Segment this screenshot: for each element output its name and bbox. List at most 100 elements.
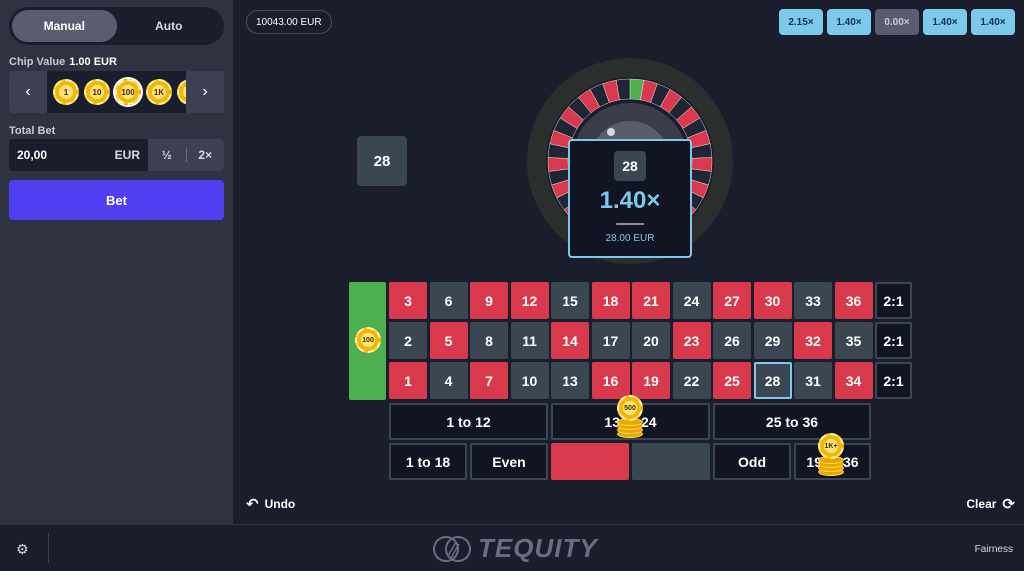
- undo-label: Undo: [264, 497, 296, 511]
- chip-on-zero: 100: [355, 327, 381, 353]
- divider: [48, 533, 49, 563]
- balance-badge: 10043.00 EUR: [246, 10, 332, 34]
- number-cell-8[interactable]: 8: [470, 322, 508, 359]
- total-bet-currency: EUR: [114, 148, 140, 162]
- number-cell-33[interactable]: 33: [794, 282, 832, 319]
- low-cell[interactable]: 1 to 18: [389, 443, 467, 480]
- gear-icon[interactable]: ⚙: [16, 541, 29, 558]
- total-bet-label: Total Bet: [9, 125, 56, 137]
- number-cell-24[interactable]: 24: [672, 282, 711, 319]
- number-cell-6[interactable]: 6: [429, 282, 468, 319]
- brand-logo: TEQUITY: [432, 533, 598, 564]
- number-cell-3[interactable]: 3: [389, 282, 427, 319]
- number-cell-32[interactable]: 32: [794, 322, 832, 359]
- sidebar: Manual Auto Chip Value 1.00 EUR ‹ 1 10 10…: [0, 0, 233, 524]
- result-win: 28.00 EUR: [605, 233, 655, 244]
- brand-logo-icon: [433, 535, 471, 562]
- clear-button[interactable]: Clear ⟳: [966, 495, 1015, 513]
- bet-button[interactable]: Bet: [9, 180, 224, 220]
- chevron-left-icon[interactable]: ‹: [9, 71, 47, 113]
- number-cell-17[interactable]: 17: [591, 322, 630, 359]
- chip-next[interactable]: [177, 79, 186, 105]
- number-cell-28[interactable]: 28: [753, 362, 792, 399]
- number-cell-19[interactable]: 19: [632, 362, 670, 399]
- total-bet-value: 20,00: [17, 148, 48, 162]
- number-cell-10[interactable]: 10: [510, 362, 549, 399]
- number-cell-2[interactable]: 2: [389, 322, 427, 359]
- total-bet-input[interactable]: 20,00 EUR: [9, 139, 148, 171]
- chip-selector: ‹ 1 10 100 1K ›: [9, 71, 224, 113]
- number-cell-15[interactable]: 15: [551, 282, 589, 319]
- chip-100[interactable]: 100: [115, 79, 141, 105]
- history-item: 1.40×: [827, 9, 871, 35]
- wheel-pocket: [547, 157, 569, 172]
- chip-1k[interactable]: 1K: [146, 79, 172, 105]
- multiplier-history: 2.15× 1.40× 0.00× 1.40× 1.40×: [779, 9, 1015, 35]
- number-cell-29[interactable]: 29: [753, 322, 792, 359]
- number-cell-34[interactable]: 34: [834, 362, 873, 399]
- undo-icon: ↶: [246, 496, 259, 513]
- number-cell-25[interactable]: 25: [713, 362, 751, 399]
- chip-1[interactable]: 1: [53, 79, 79, 105]
- chip-value-label: Chip Value 1.00 EUR: [9, 56, 117, 68]
- number-cell-4[interactable]: 4: [429, 362, 468, 399]
- mode-toggle: Manual Auto: [9, 7, 224, 45]
- chip-on-dozen-2: 500: [617, 395, 643, 421]
- refresh-icon: ⟳: [1002, 496, 1015, 513]
- total-bet-row: 20,00 EUR ½ 2×: [9, 139, 224, 171]
- double-button[interactable]: 2×: [187, 148, 225, 162]
- history-item: 1.40×: [971, 9, 1015, 35]
- wheel-ball: [607, 128, 615, 136]
- footer: ⚙ TEQUITY Fairness: [0, 524, 1024, 571]
- auto-mode-button[interactable]: Auto: [117, 10, 222, 42]
- number-cell-1[interactable]: 1: [389, 362, 427, 399]
- number-cell-12[interactable]: 12: [510, 282, 549, 319]
- number-cell-26[interactable]: 26: [713, 322, 751, 359]
- chevron-right-icon[interactable]: ›: [186, 71, 224, 113]
- number-cell-22[interactable]: 22: [672, 362, 711, 399]
- number-cell-31[interactable]: 31: [794, 362, 832, 399]
- history-item: 2.15×: [779, 9, 823, 35]
- black-cell[interactable]: [632, 443, 710, 480]
- number-cell-14[interactable]: 14: [551, 322, 589, 359]
- chip-track: 1 10 100 1K: [47, 71, 186, 113]
- column-bet-cell[interactable]: 2:1: [875, 322, 912, 359]
- divider: [616, 223, 644, 225]
- odd-cell[interactable]: Odd: [713, 443, 791, 480]
- number-cell-30[interactable]: 30: [753, 282, 792, 319]
- fairness-link[interactable]: Fairness: [975, 544, 1013, 555]
- result-card: 28 1.40× 28.00 EUR: [568, 139, 692, 258]
- half-button[interactable]: ½: [148, 148, 186, 162]
- chip-on-high: 1K+: [818, 433, 844, 459]
- number-cell-18[interactable]: 18: [591, 282, 630, 319]
- clear-label: Clear: [966, 497, 997, 511]
- chip-10[interactable]: 10: [84, 79, 110, 105]
- number-cell-5[interactable]: 5: [429, 322, 468, 359]
- column-bet-cell[interactable]: 2:1: [875, 362, 912, 399]
- number-cell-20[interactable]: 20: [632, 322, 670, 359]
- number-cell-27[interactable]: 27: [713, 282, 751, 319]
- number-cell-23[interactable]: 23: [672, 322, 711, 359]
- number-cell-7[interactable]: 7: [470, 362, 508, 399]
- number-cell-9[interactable]: 9: [470, 282, 508, 319]
- history-item: 1.40×: [923, 9, 967, 35]
- number-cell-13[interactable]: 13: [551, 362, 589, 399]
- number-grid: 3 6 9 12 15 18 21 24 27 30 33 36 2:1 2 5 8 11 14 17 20 23 26 2…: [389, 282, 912, 399]
- number-cell-35[interactable]: 35: [834, 322, 873, 359]
- number-cell-11[interactable]: 11: [510, 322, 549, 359]
- last-number: 28: [357, 136, 407, 186]
- number-cell-16[interactable]: 16: [591, 362, 630, 399]
- even-cell[interactable]: Even: [470, 443, 548, 480]
- undo-button[interactable]: ↶ Undo: [246, 495, 295, 513]
- number-cell-36[interactable]: 36: [834, 282, 873, 319]
- number-cell-21[interactable]: 21: [632, 282, 670, 319]
- brand-name: TEQUITY: [478, 533, 598, 563]
- dozen-1-cell[interactable]: 1 to 12: [389, 403, 548, 440]
- result-number: 28: [614, 151, 646, 181]
- dozen-3-cell[interactable]: 25 to 36: [713, 403, 871, 440]
- red-cell[interactable]: [551, 443, 629, 480]
- manual-mode-button[interactable]: Manual: [12, 10, 117, 42]
- history-item: 0.00×: [875, 9, 919, 35]
- column-bet-cell[interactable]: 2:1: [875, 282, 912, 319]
- result-multiplier: 1.40×: [599, 187, 661, 214]
